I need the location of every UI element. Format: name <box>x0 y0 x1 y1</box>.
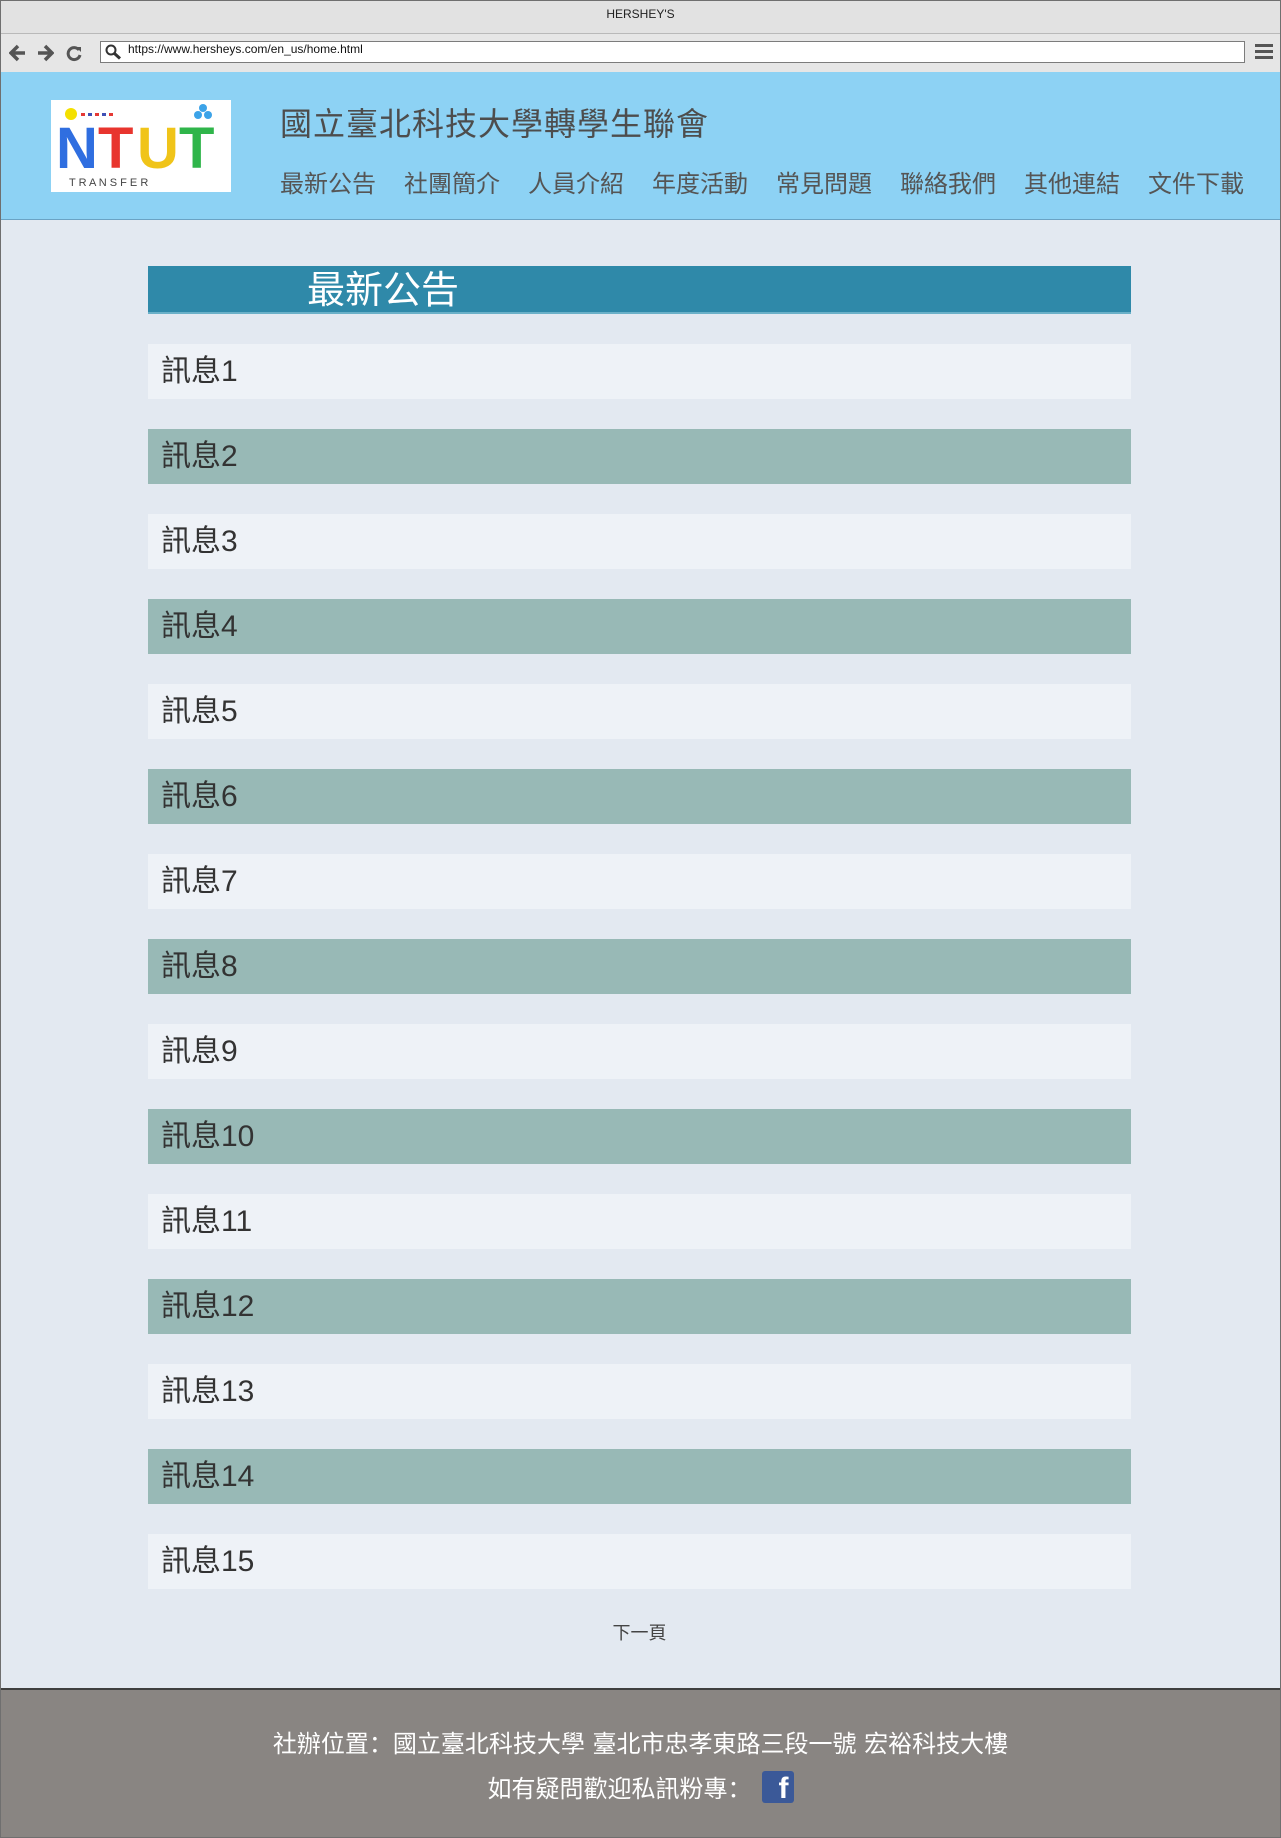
message-item[interactable]: 訊息14 <box>148 1449 1131 1504</box>
message-item[interactable]: 訊息13 <box>148 1364 1131 1419</box>
next-page-link[interactable]: 下一頁 <box>148 1619 1131 1645</box>
svg-text:T: T <box>179 116 214 181</box>
message-item[interactable]: 訊息9 <box>148 1024 1131 1079</box>
message-item[interactable]: 訊息12 <box>148 1279 1131 1334</box>
site-title: 國立臺北科技大學轉學生聯會 <box>280 105 710 143</box>
nav-item-news[interactable]: 最新公告 <box>280 164 376 199</box>
site-header: N T U T T R A N S F E R 國立臺北科技大學轉學生聯會 最新… <box>1 72 1280 220</box>
message-item[interactable]: 訊息3 <box>148 514 1131 569</box>
main-nav: 最新公告 社團簡介 人員介紹 年度活動 常見問題 聯絡我們 其他連結 文件下載 <box>280 164 1272 199</box>
nav-item-about[interactable]: 社團簡介 <box>404 164 500 199</box>
back-arrow-icon[interactable] <box>9 43 29 63</box>
svg-text:T: T <box>98 116 133 181</box>
message-item[interactable]: 訊息6 <box>148 769 1131 824</box>
url-text: https://www.hersheys.com/en_us/home.html <box>128 42 363 56</box>
message-item[interactable]: 訊息4 <box>148 599 1131 654</box>
message-item[interactable]: 訊息7 <box>148 854 1131 909</box>
browser-window: HERSHEY'S https://www.hersheys.com/en_us… <box>0 0 1281 1838</box>
message-item[interactable]: 訊息5 <box>148 684 1131 739</box>
message-item[interactable]: 訊息8 <box>148 939 1131 994</box>
window-titlebar: HERSHEY'S <box>1 1 1280 34</box>
message-item[interactable]: 訊息11 <box>148 1194 1131 1249</box>
message-item[interactable]: 訊息15 <box>148 1534 1131 1589</box>
hamburger-menu-icon[interactable] <box>1255 44 1273 60</box>
address-bar: https://www.hersheys.com/en_us/home.html <box>1 34 1280 73</box>
svg-text:U: U <box>137 116 179 181</box>
nav-item-events[interactable]: 年度活動 <box>652 164 748 199</box>
footer-contact-text: 如有疑問歡迎私訊粉專： <box>487 1775 752 1803</box>
message-item[interactable]: 訊息2 <box>148 429 1131 484</box>
section-title: 最新公告 <box>148 266 1131 314</box>
site-footer: 社辦位置：國立臺北科技大學 臺北市忠孝東路三段一號 宏裕科技大樓 如有疑問歡迎私… <box>1 1688 1280 1837</box>
url-input[interactable]: https://www.hersheys.com/en_us/home.html <box>100 41 1245 63</box>
svg-text:T R A N S F E R: T R A N S F E R <box>69 177 148 189</box>
reload-icon[interactable] <box>65 43 85 63</box>
forward-arrow-icon[interactable] <box>36 43 56 63</box>
nav-item-members[interactable]: 人員介紹 <box>528 164 624 199</box>
main-content: 最新公告 訊息1 訊息2 訊息3 訊息4 訊息5 訊息6 訊息7 訊息8 訊息9… <box>148 266 1131 1645</box>
nav-item-downloads[interactable]: 文件下載 <box>1148 164 1244 199</box>
message-item[interactable]: 訊息1 <box>148 344 1131 399</box>
facebook-icon[interactable]: f <box>761 1770 794 1805</box>
search-icon <box>105 44 123 64</box>
nav-item-faq[interactable]: 常見問題 <box>776 164 872 199</box>
svg-text:N: N <box>56 116 98 181</box>
message-item[interactable]: 訊息10 <box>148 1109 1131 1164</box>
window-title: HERSHEY'S <box>606 7 675 21</box>
ntut-logo[interactable]: N T U T T R A N S F E R <box>51 100 231 192</box>
footer-address: 社辦位置：國立臺北科技大學 臺北市忠孝東路三段一號 宏裕科技大樓 <box>272 1730 1009 1758</box>
nav-item-links[interactable]: 其他連結 <box>1024 164 1120 199</box>
footer-contact: 如有疑問歡迎私訊粉專： f <box>1 1769 1280 1805</box>
nav-item-contact[interactable]: 聯絡我們 <box>900 164 996 199</box>
